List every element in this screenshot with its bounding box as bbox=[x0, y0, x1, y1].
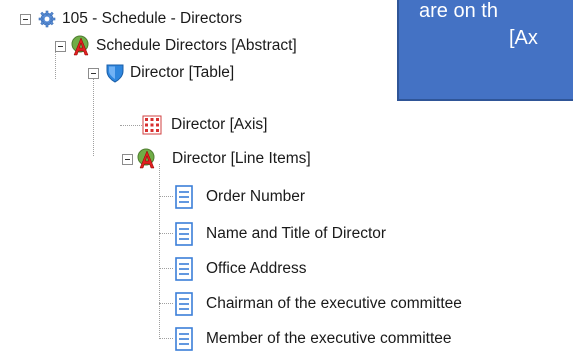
element-icon bbox=[175, 257, 193, 281]
tree-node-axis[interactable]: Director [Axis] bbox=[0, 112, 400, 138]
tree-node-element[interactable]: Order Number bbox=[0, 184, 573, 210]
tree-node-label: 105 - Schedule - Directors bbox=[62, 10, 243, 27]
tree-node-element[interactable]: Office Address bbox=[0, 256, 573, 282]
tree-node-label: Member of the executive committee bbox=[206, 330, 452, 347]
collapse-toggle[interactable] bbox=[122, 154, 133, 165]
tree-node-label: Director [Table] bbox=[130, 64, 235, 81]
tree-node-label: Director [Axis] bbox=[171, 116, 268, 133]
element-icon bbox=[175, 222, 193, 246]
collapse-toggle[interactable] bbox=[55, 41, 66, 52]
abstract-icon bbox=[71, 35, 89, 56]
tree-node-label: Director [Line Items] bbox=[172, 150, 311, 167]
gear-icon bbox=[38, 10, 56, 28]
element-icon bbox=[175, 292, 193, 316]
axis-icon bbox=[142, 115, 162, 135]
tree-node-abstract[interactable]: Schedule Directors [Abstract] bbox=[0, 33, 400, 59]
tree-node-line-items[interactable]: Director [Line Items] bbox=[0, 146, 400, 172]
tree-node-label: Name and Title of Director bbox=[206, 225, 387, 242]
element-icon bbox=[175, 185, 193, 209]
tree-node-element[interactable]: Member of the executive committee bbox=[0, 326, 573, 352]
tree-node-element[interactable]: Name and Title of Director bbox=[0, 221, 573, 247]
callout-text-line1: are on th bbox=[419, 0, 498, 22]
callout-box: are on th [Ax bbox=[397, 0, 573, 101]
element-icon bbox=[175, 327, 193, 351]
tree-node-label: Chairman of the executive committee bbox=[206, 295, 462, 312]
table-icon bbox=[106, 64, 124, 83]
tree-node-label: Order Number bbox=[206, 188, 306, 205]
tree-node-label: Schedule Directors [Abstract] bbox=[96, 37, 297, 54]
line-items-icon bbox=[137, 148, 155, 169]
tree-node-element[interactable]: Chairman of the executive committee bbox=[0, 291, 573, 317]
collapse-toggle[interactable] bbox=[88, 68, 99, 79]
collapse-toggle[interactable] bbox=[20, 14, 31, 25]
tree-node-root[interactable]: 105 - Schedule - Directors bbox=[0, 6, 400, 32]
callout-text-line2: [Ax bbox=[509, 27, 538, 49]
tree-node-table[interactable]: Director [Table] bbox=[0, 60, 400, 86]
tree-node-label: Office Address bbox=[206, 260, 307, 277]
